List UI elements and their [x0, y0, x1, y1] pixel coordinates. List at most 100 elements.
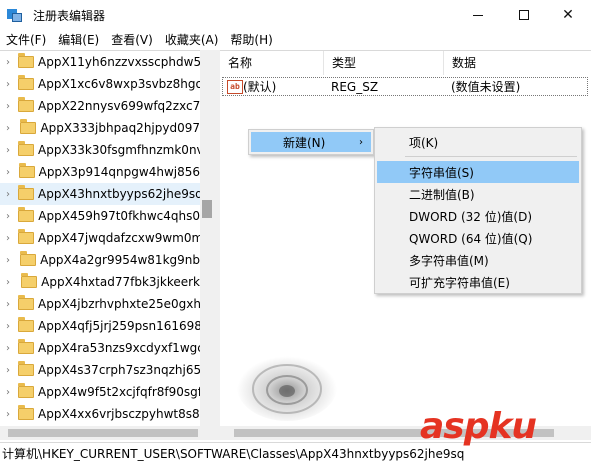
tree-horizontal-scroll-thumb[interactable]: [8, 429, 198, 437]
expand-chevron-icon[interactable]: ›: [6, 277, 13, 288]
folder-icon: [18, 339, 34, 354]
expand-chevron-icon[interactable]: ›: [6, 123, 12, 134]
tree-item[interactable]: › AppX4xx6vrjbsczpyhwt8s8y: [0, 403, 207, 425]
expand-chevron-icon[interactable]: ›: [6, 167, 11, 178]
watermark-logo-text: aspku: [420, 406, 537, 447]
tree-item-label: AppX4w9f5t2xcjfqfr8f90sgf: [38, 385, 202, 399]
tree-item[interactable]: › AppX4qfj5jrj259psn161698: [0, 315, 202, 337]
tree-item-label: AppX33k30fsgmfhnzmk0nv: [38, 143, 204, 157]
tree-item[interactable]: › AppX22nnysv699wfq2zxc7: [0, 95, 200, 117]
tree-item[interactable]: › AppX43hnxtbyyps62jhe9sq: [0, 183, 203, 205]
tree-item-label: AppX4s37crph7sz3nqzhj65: [38, 363, 202, 377]
tree-item[interactable]: › AppX333jbhpaq2hjpyd097: [0, 117, 200, 139]
expand-chevron-icon[interactable]: ›: [6, 211, 10, 222]
tree-vertical-scrollbar[interactable]: [200, 50, 214, 440]
string-value-icon: ab: [227, 79, 243, 94]
expand-chevron-icon[interactable]: ›: [6, 321, 10, 332]
swirl-watermark-graphic: [237, 353, 337, 421]
tree-item-label: AppX4jbzrhvphxte25e0gxh: [38, 297, 202, 311]
tree-item-label: AppX4ra53nzs9xcdyxf1wgc: [38, 341, 204, 355]
folder-icon: [20, 251, 37, 266]
tree-item[interactable]: › AppX4w9f5t2xcjfqfr8f90sgf: [0, 381, 202, 403]
tree-item-label: AppX459h97t0fkhwc4qhs0: [38, 209, 200, 223]
tree-item[interactable]: › AppX3p914qnpgw4hwj856: [0, 161, 200, 183]
tree-item[interactable]: › AppX459h97t0fkhwc4qhs0: [0, 205, 200, 227]
submenu-item-binary-value[interactable]: 二进制值(B): [377, 183, 579, 205]
tree-item-label: AppX22nnysv699wfq2zxc7: [38, 99, 201, 113]
expand-chevron-icon[interactable]: ›: [6, 189, 10, 200]
tree-item-label: AppX4qfj5jrj259psn161698: [38, 319, 202, 333]
submenu-item-multi-string-value[interactable]: 多字符串值(M): [377, 249, 579, 271]
expand-chevron-icon[interactable]: ›: [6, 79, 10, 90]
tree-item-label: AppX47jwqdafzcxw9wm0m: [38, 231, 204, 245]
tree-horizontal-scrollbar[interactable]: [0, 426, 200, 440]
tree-item[interactable]: › AppX4jbzrhvphxte25e0gxh: [0, 293, 202, 315]
tree-item[interactable]: › AppX11yh6nzzvxsscphdw5: [0, 51, 202, 73]
expand-chevron-icon[interactable]: ›: [6, 101, 10, 112]
close-icon: ✕: [562, 7, 574, 23]
context-menu-new-label: 新建(N): [283, 135, 326, 150]
context-menu: 新建(N) ›: [248, 129, 374, 155]
tree-item-label: AppX3p914qnpgw4hwj856: [38, 165, 200, 179]
expand-chevron-icon[interactable]: ›: [6, 145, 10, 156]
submenu-item-expandable-string-value[interactable]: 可扩充字符串值(E): [377, 271, 579, 293]
menu-view[interactable]: 查看(V): [105, 30, 159, 50]
key-tree[interactable]: › AppX11yh6nzzvxsscphdw5 › AppX1xc6v8wxp3sv…: [0, 50, 214, 440]
folder-icon: [20, 119, 37, 134]
menu-favorites[interactable]: 收藏夹(A): [159, 30, 225, 50]
tree-item-label: AppX11yh6nzzvxsscphdw5: [38, 55, 202, 69]
folder-icon: [18, 229, 34, 244]
tree-item[interactable]: › AppX4hxtad77fbk3jkkeerk: [0, 271, 200, 293]
submenu-item-qword-value[interactable]: QWORD (64 位)值(Q): [377, 227, 579, 249]
folder-icon: [18, 163, 35, 178]
folder-icon: [18, 185, 34, 200]
column-header-type[interactable]: 类型: [324, 51, 444, 75]
column-header-data[interactable]: 数据: [444, 51, 591, 75]
minimize-icon: [473, 14, 483, 16]
value-type: REG_SZ: [331, 79, 379, 94]
expand-chevron-icon[interactable]: ›: [6, 409, 10, 420]
window-title: 注册表编辑器: [33, 8, 106, 23]
value-row[interactable]: ab (默认) REG_SZ (数值未设置): [222, 77, 588, 96]
tree-item[interactable]: › AppX4a2gr9954w81kg9nb: [0, 249, 200, 271]
menu-file[interactable]: 文件(F): [0, 30, 52, 50]
new-submenu: 项(K) 字符串值(S) 二进制值(B) DWORD (32 位)值(D) QW…: [374, 127, 582, 294]
aspku-watermark: aspku 免费网站源码下载站: [420, 406, 591, 464]
expand-chevron-icon[interactable]: ›: [6, 343, 10, 354]
minimize-button[interactable]: [455, 0, 501, 30]
expand-chevron-icon[interactable]: ›: [6, 233, 10, 244]
folder-icon: [18, 53, 34, 68]
menu-edit[interactable]: 编辑(E): [52, 30, 105, 50]
tree-item[interactable]: › AppX4s37crph7sz3nqzhj65: [0, 359, 202, 381]
close-button[interactable]: ✕: [545, 0, 591, 30]
menu-help[interactable]: 帮助(H): [224, 30, 278, 50]
expand-chevron-icon[interactable]: ›: [6, 57, 10, 68]
context-menu-new[interactable]: 新建(N) ›: [251, 132, 371, 152]
tree-item[interactable]: › AppX4ra53nzs9xcdyxf1wgc: [0, 337, 204, 359]
expand-chevron-icon[interactable]: ›: [6, 365, 10, 376]
registry-editor-icon: [7, 7, 23, 23]
tree-item[interactable]: › AppX1xc6v8wxp3svbz8hgo: [0, 73, 203, 95]
folder-icon: [18, 405, 34, 420]
tree-item[interactable]: › AppX33k30fsgmfhnzmk0nv: [0, 139, 204, 161]
value-name: (默认): [243, 80, 277, 94]
tree-item[interactable]: › AppX47jwqdafzcxw9wm0m: [0, 227, 204, 249]
submenu-item-key[interactable]: 项(K): [377, 131, 579, 153]
tree-item-label: AppX1xc6v8wxp3svbz8hgo: [38, 77, 203, 91]
maximize-button[interactable]: [501, 0, 547, 30]
expand-chevron-icon[interactable]: ›: [6, 299, 10, 310]
menu-bar: 文件(F) 编辑(E) 查看(V) 收藏夹(A) 帮助(H): [0, 30, 591, 50]
folder-icon: [18, 295, 34, 310]
submenu-arrow-icon: ›: [359, 136, 363, 148]
folder-icon: [18, 97, 34, 112]
expand-chevron-icon[interactable]: ›: [6, 255, 12, 266]
column-header-name[interactable]: 名称: [220, 51, 324, 75]
folder-icon: [18, 383, 34, 398]
expand-chevron-icon[interactable]: ›: [6, 387, 10, 398]
tree-vertical-scroll-thumb[interactable]: [202, 200, 212, 218]
submenu-item-dword-value[interactable]: DWORD (32 位)值(D): [377, 205, 579, 227]
submenu-item-string-value[interactable]: 字符串值(S): [377, 161, 579, 183]
title-bar: 注册表编辑器 ✕: [0, 0, 591, 30]
folder-icon: [18, 207, 35, 222]
tree-item-label: AppX43hnxtbyyps62jhe9sq: [38, 187, 203, 201]
